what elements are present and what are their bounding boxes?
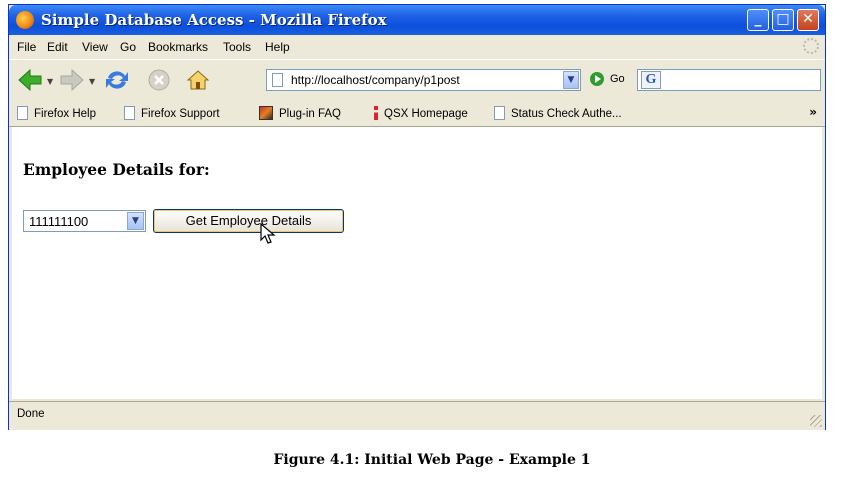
forward-arrow-icon[interactable] bbox=[59, 68, 85, 92]
bookmark-plugin-faq[interactable]: Plug-in FAQ bbox=[259, 106, 341, 120]
menu-bar: File Edit View Go Bookmarks Tools Help bbox=[9, 35, 825, 59]
status-bar: Done bbox=[9, 401, 825, 430]
menu-help[interactable]: Help bbox=[265, 40, 290, 54]
navigation-toolbar: ▼ ▼ http://localhost/company/p1post ▼ Go… bbox=[9, 59, 825, 101]
status-text: Done bbox=[17, 408, 45, 420]
employee-select[interactable]: 111111100 ▼ bbox=[23, 210, 146, 232]
home-icon[interactable] bbox=[185, 68, 211, 92]
menu-view[interactable]: View bbox=[82, 40, 108, 54]
title-bar[interactable]: Simple Database Access - Mozilla Firefox… bbox=[9, 5, 825, 35]
menu-tools[interactable]: Tools bbox=[223, 40, 251, 54]
bookmark-label: QSX Homepage bbox=[384, 108, 468, 120]
forward-dropdown-icon[interactable]: ▼ bbox=[89, 77, 95, 86]
page-heading: Employee Details for: bbox=[23, 160, 210, 179]
page-icon bbox=[494, 106, 505, 120]
menu-file[interactable]: File bbox=[17, 40, 36, 54]
employee-select-value: 111111100 bbox=[29, 214, 89, 229]
browser-window: Simple Database Access - Mozilla Firefox… bbox=[8, 4, 826, 430]
back-dropdown-icon[interactable]: ▼ bbox=[47, 77, 53, 86]
minimize-button[interactable]: _ bbox=[747, 9, 769, 31]
stop-icon[interactable] bbox=[146, 68, 172, 92]
address-bar[interactable]: http://localhost/company/p1post ▼ bbox=[266, 69, 581, 91]
search-box[interactable]: G bbox=[637, 69, 821, 91]
go-button[interactable]: Go bbox=[610, 73, 625, 85]
go-icon[interactable] bbox=[590, 72, 604, 86]
bookmark-label: Firefox Support bbox=[141, 108, 220, 120]
resize-grip-icon[interactable] bbox=[810, 415, 822, 427]
address-dropdown-icon[interactable]: ▼ bbox=[563, 71, 579, 89]
plugin-icon bbox=[259, 106, 273, 120]
google-search-icon[interactable]: G bbox=[641, 71, 661, 89]
page-content: Employee Details for: 111111100 ▼ Get Em… bbox=[12, 127, 822, 399]
info-icon bbox=[374, 106, 378, 120]
bookmarks-toolbar: Firefox Help Firefox Support Plug-in FAQ… bbox=[9, 100, 825, 127]
url-text[interactable]: http://localhost/company/p1post bbox=[291, 73, 460, 87]
page-icon bbox=[17, 106, 28, 120]
back-arrow-icon[interactable] bbox=[17, 68, 43, 92]
bookmark-firefox-support[interactable]: Firefox Support bbox=[124, 106, 220, 120]
bookmarks-overflow-chevron[interactable]: » bbox=[809, 105, 817, 119]
reload-icon[interactable] bbox=[104, 68, 130, 92]
bookmark-status-check[interactable]: Status Check Authe... bbox=[494, 106, 622, 120]
bookmark-label: Firefox Help bbox=[34, 108, 96, 120]
menu-go[interactable]: Go bbox=[120, 40, 136, 54]
throbber-icon bbox=[803, 38, 819, 54]
page-icon bbox=[272, 73, 283, 87]
mouse-cursor-icon bbox=[260, 223, 276, 244]
menu-edit[interactable]: Edit bbox=[47, 40, 68, 54]
maximize-button[interactable]: □ bbox=[772, 9, 794, 31]
bookmark-label: Plug-in FAQ bbox=[279, 108, 341, 120]
get-employee-details-button[interactable]: Get Employee Details bbox=[153, 209, 344, 233]
window-title: Simple Database Access - Mozilla Firefox bbox=[41, 11, 387, 29]
close-button[interactable]: ✕ bbox=[797, 9, 819, 31]
bookmark-firefox-help[interactable]: Firefox Help bbox=[17, 106, 96, 120]
bookmark-label: Status Check Authe... bbox=[511, 108, 622, 120]
menu-bookmarks[interactable]: Bookmarks bbox=[148, 40, 208, 54]
figure-caption: Figure 4.1: Initial Web Page - Example 1 bbox=[273, 452, 591, 468]
page-icon bbox=[124, 106, 135, 120]
firefox-logo-icon bbox=[16, 11, 34, 29]
select-dropdown-icon[interactable]: ▼ bbox=[127, 212, 144, 230]
bookmark-qsx-homepage[interactable]: QSX Homepage bbox=[374, 106, 468, 120]
